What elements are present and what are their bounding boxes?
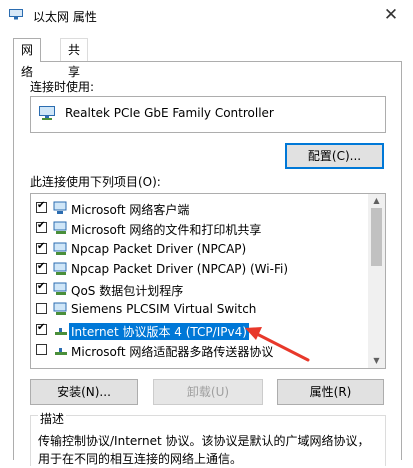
properties-button[interactable]: 属性(R) [277,379,384,405]
network-adapter-icon [9,9,23,20]
description-text: 传输控制协议/Internet 协议。该协议是默认的广域网络协议，用于在不同的相… [38,434,370,466]
item-label: Npcap Packet Driver (NPCAP) [71,242,247,256]
network-client-icon [53,201,67,214]
components-list[interactable]: Microsoft 网络客户端 Microsoft 网络的文件和打印机共享 Np… [30,193,386,369]
item-label: Microsoft 网络适配器多路传送器协议 [71,345,274,359]
list-item[interactable]: Npcap Packet Driver (NPCAP) (Wi-Fi) [31,259,367,279]
list-item[interactable]: QoS 数据包计划程序 [31,279,367,299]
item-checkbox[interactable] [36,261,47,274]
network-service-icon [53,221,67,234]
scroll-up-icon[interactable]: ▲ [368,194,385,208]
configure-button[interactable]: 配置(C)... [285,143,384,169]
adapter-name: Realtek PCIe GbE Family Controller [65,106,274,120]
item-checkbox[interactable] [36,220,47,233]
scroll-thumb[interactable] [371,208,382,266]
list-item[interactable]: Siemens PLCSIM Virtual Switch [31,299,367,319]
window-title: 以太网 属性 [33,10,97,24]
title-bar: 以太网 属性 ✕ [0,0,413,31]
tab-sharing[interactable]: 共享 [60,38,89,79]
list-scrollbar[interactable]: ▲ ▼ [368,194,385,368]
item-label: QoS 数据包计划程序 [71,284,184,298]
network-service-icon [53,242,67,255]
install-button[interactable]: 安装(N)... [30,379,138,405]
network-service-icon [53,282,67,295]
item-checkbox[interactable] [36,303,47,314]
item-label: Microsoft 网络客户端 [71,203,190,217]
list-item[interactable]: Npcap Packet Driver (NPCAP) [31,239,367,259]
item-label: Npcap Packet Driver (NPCAP) (Wi-Fi) [71,262,288,276]
item-checkbox[interactable] [36,322,47,335]
list-item[interactable]: Microsoft 网络的文件和打印机共享 [31,218,367,238]
item-label: Siemens PLCSIM Virtual Switch [71,302,257,316]
item-label: Internet 协议版本 4 (TCP/IPv4) [69,323,249,340]
item-label: Microsoft 网络的文件和打印机共享 [71,223,262,237]
item-checkbox[interactable] [36,281,47,294]
list-item[interactable]: Internet 协议版本 4 (TCP/IPv4) [31,320,367,340]
protocol-icon [55,348,67,355]
protocol-icon [55,328,67,335]
scroll-down-icon[interactable]: ▼ [368,354,385,368]
uninstall-button[interactable]: 卸载(U) [153,379,263,405]
network-adapter-icon [39,106,55,120]
description-legend: 描述 [38,410,67,427]
item-checkbox[interactable] [36,200,47,213]
list-item[interactable]: Microsoft 网络适配器多路传送器协议 [31,340,367,360]
connect-using-label: 连接时使用: [30,80,95,94]
tab-network[interactable]: 网络 [13,38,42,79]
close-button[interactable]: ✕ [376,3,406,27]
items-label: 此连接使用下列项目(O): [30,175,161,189]
item-checkbox[interactable] [36,241,47,254]
network-service-icon [53,262,67,275]
list-item[interactable]: Microsoft 网络客户端 [31,198,367,218]
adapter-field: Realtek PCIe GbE Family Controller [30,96,386,133]
item-checkbox[interactable] [36,344,47,355]
network-service-icon [53,302,67,315]
